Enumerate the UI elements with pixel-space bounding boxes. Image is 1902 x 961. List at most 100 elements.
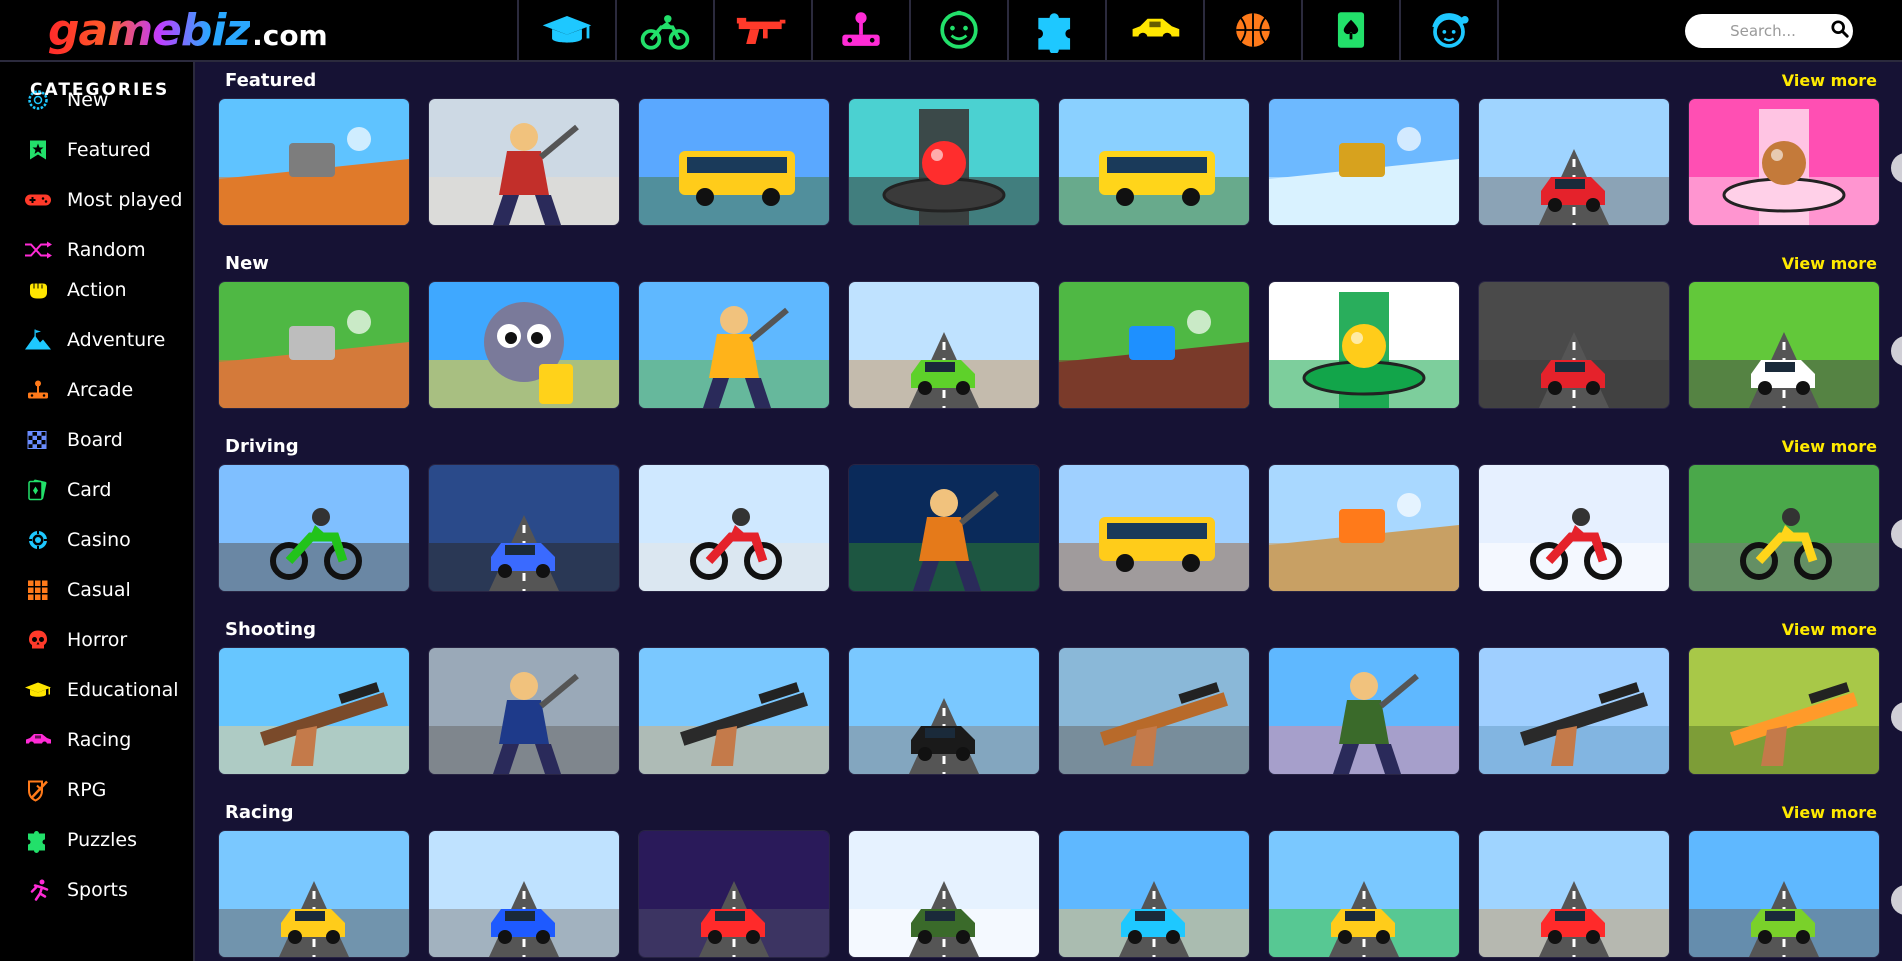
game-thumbnail[interactable] (1269, 648, 1459, 774)
sidebar-item-action[interactable]: Action (22, 272, 127, 308)
sidebar-item-educational[interactable]: Educational (22, 672, 179, 708)
game-thumbnail[interactable] (849, 465, 1039, 591)
basketball-icon (1236, 13, 1270, 47)
sidebar-item-card[interactable]: Card (22, 472, 111, 508)
game-thumbnail[interactable] (429, 99, 619, 225)
game-thumbnail[interactable] (1059, 648, 1249, 774)
top-nav-arcade[interactable] (813, 0, 911, 60)
game-thumbnail[interactable] (219, 282, 409, 408)
game-sections: Featured View more New View more Driving… (197, 62, 1902, 961)
top-nav-kids[interactable] (911, 0, 1009, 60)
game-thumbnail[interactable] (1059, 99, 1249, 225)
view-more-link[interactable]: View more (1782, 254, 1877, 273)
shuffle-icon (22, 234, 54, 266)
game-thumbnail[interactable] (849, 99, 1039, 225)
top-nav-card[interactable] (1303, 0, 1401, 60)
top-nav-girls[interactable] (1401, 0, 1499, 60)
game-thumbnail[interactable] (1479, 99, 1669, 225)
sidebar-item-adventure[interactable]: Adventure (22, 322, 165, 358)
top-nav-racing[interactable] (1107, 0, 1205, 60)
gun-icon (736, 17, 786, 44)
sidebar-item-sports[interactable]: Sports (22, 872, 128, 908)
section-shooting: Shooting View more (197, 611, 1902, 794)
section-racing: Racing View more (197, 794, 1902, 961)
sidebar-item-label: Arcade (67, 379, 134, 401)
graduation-cap-icon (542, 16, 592, 43)
sidebar-item-most-played[interactable]: Most played (22, 182, 182, 218)
game-thumbnail[interactable] (639, 648, 829, 774)
top-nav-educational[interactable] (519, 0, 617, 60)
game-thumbnail[interactable] (1269, 465, 1459, 591)
top-nav-driving[interactable] (617, 0, 715, 60)
view-more-link[interactable]: View more (1782, 620, 1877, 639)
sidebar-item-label: Random (67, 239, 146, 261)
game-thumbnail[interactable] (1269, 99, 1459, 225)
game-thumbnail[interactable] (1479, 831, 1669, 957)
game-thumbnail[interactable] (1689, 282, 1879, 408)
game-thumbnail[interactable] (1269, 831, 1459, 957)
scroll-right-button[interactable] (1891, 885, 1902, 915)
skull-icon (22, 624, 54, 656)
game-thumbnail[interactable] (639, 465, 829, 591)
game-thumbnail[interactable] (1479, 282, 1669, 408)
game-thumbnail[interactable] (219, 99, 409, 225)
game-thumbnail[interactable] (1479, 648, 1669, 774)
game-thumbnail[interactable] (1689, 831, 1879, 957)
game-thumbnail[interactable] (849, 831, 1039, 957)
search-icon[interactable] (1825, 20, 1849, 42)
top-nav-sports[interactable] (1205, 0, 1303, 60)
game-thumbnail[interactable] (1479, 465, 1669, 591)
scroll-right-button[interactable] (1891, 702, 1902, 732)
view-more-link[interactable]: View more (1782, 71, 1877, 90)
sidebar-item-label: Racing (67, 729, 132, 751)
game-thumbnail[interactable] (429, 648, 619, 774)
sidebar-item-label: Casual (67, 579, 131, 601)
sidebar-item-new[interactable]: New (22, 82, 108, 118)
game-thumbnail[interactable] (1689, 465, 1879, 591)
sidebar-item-featured[interactable]: Featured (22, 132, 151, 168)
game-thumbnail[interactable] (639, 99, 829, 225)
game-thumbnail[interactable] (219, 648, 409, 774)
search-input[interactable] (1701, 21, 1825, 41)
sidebar-item-label: Board (67, 429, 123, 451)
game-thumbnail[interactable] (429, 465, 619, 591)
game-thumbnail[interactable] (1059, 465, 1249, 591)
site-logo[interactable]: gamebiz .com (48, 6, 328, 56)
sidebar-item-board[interactable]: Board (22, 422, 123, 458)
scroll-right-button[interactable] (1891, 336, 1902, 366)
game-thumbnail[interactable] (1689, 99, 1879, 225)
section-title: Featured (225, 70, 317, 91)
view-more-link[interactable]: View more (1782, 437, 1877, 456)
baby-face-icon (940, 10, 978, 49)
sidebar-item-rpg[interactable]: RPG (22, 772, 106, 808)
game-thumbnail[interactable] (849, 648, 1039, 774)
section-featured: Featured View more (197, 62, 1902, 245)
game-thumbnail[interactable] (1059, 282, 1249, 408)
game-thumbnail[interactable] (429, 282, 619, 408)
scroll-right-button[interactable] (1891, 153, 1902, 183)
top-nav-puzzles[interactable] (1009, 0, 1107, 60)
game-thumbnail[interactable] (429, 831, 619, 957)
scroll-right-button[interactable] (1891, 519, 1902, 549)
sidebar-item-casual[interactable]: Casual (22, 572, 131, 608)
game-thumbnail[interactable] (639, 282, 829, 408)
sidebar-item-label: Most played (67, 189, 183, 211)
game-thumbnail[interactable] (639, 831, 829, 957)
sidebar-item-arcade[interactable]: Arcade (22, 372, 133, 408)
sidebar-item-racing[interactable]: Racing (22, 722, 131, 758)
game-thumbnail[interactable] (219, 465, 409, 591)
game-thumbnail[interactable] (1059, 831, 1249, 957)
top-nav-shooting[interactable] (715, 0, 813, 60)
game-thumbnail[interactable] (219, 831, 409, 957)
sidebar-item-horror[interactable]: Horror (22, 622, 127, 658)
game-thumbnail[interactable] (1269, 282, 1459, 408)
casino-chip-icon (22, 524, 54, 556)
sidebar-item-label: Casino (67, 529, 131, 551)
sidebar-item-label: Action (67, 279, 127, 301)
sidebar-item-casino[interactable]: Casino (22, 522, 131, 558)
sidebar-item-random[interactable]: Random (22, 232, 146, 268)
game-thumbnail[interactable] (849, 282, 1039, 408)
view-more-link[interactable]: View more (1782, 803, 1877, 822)
game-thumbnail[interactable] (1689, 648, 1879, 774)
sidebar-item-puzzles[interactable]: Puzzles (22, 822, 137, 858)
